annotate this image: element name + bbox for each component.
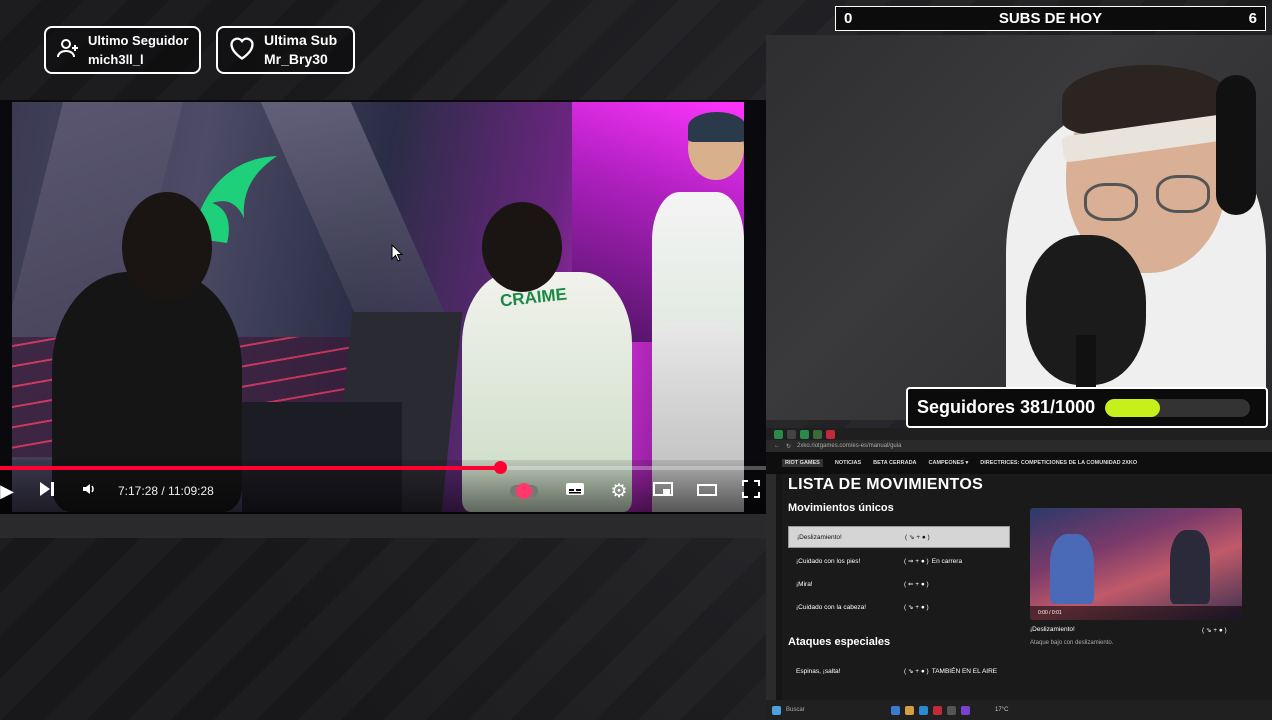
tab-favicon-icon[interactable] [774,429,783,439]
heart-icon [228,35,256,66]
mouse-cursor-icon [391,244,403,262]
skip-next-icon [38,481,56,502]
followers-progress [1105,398,1251,417]
move-input: ( ⇘ + ● ) [904,604,929,611]
webpage-content: LISTA DE MOVIMIENTOS Movimientos únicos … [782,474,1272,708]
move-name: ¡Cuidado con los pies! [796,557,861,565]
browser-sidebar [766,474,776,700]
progress-bar[interactable] [0,461,766,474]
subs-title: SUBS DE HOY [998,10,1103,27]
volume-icon [81,481,97,502]
followers-label: Seguidores 381/1000 [917,397,1096,417]
preview-controls: 0:00 / 0:01 [1030,606,1242,620]
back-icon[interactable]: ← [774,443,780,449]
move-row[interactable]: ¡Deslizamiento! ( ⇘ + ● ) [788,526,1010,548]
theater-icon [697,481,717,502]
miniplayer-button[interactable] [651,481,675,501]
address-bar[interactable]: ← ↻ 2xko.riotgames.com/es-es/manual/guia [766,440,1272,452]
move-input: ( ⇘ + ● ) [905,534,930,541]
time-display: 7:17:28 / 11:09:28 [118,484,214,498]
settings-button[interactable]: ⚙ [607,480,631,502]
volume-button[interactable] [78,481,100,501]
page-title: LISTA DE MOVIMIENTOS [788,476,984,493]
subs-left-count: 0 [844,10,853,27]
preview-time: 0:00 / 0:01 [1038,610,1062,616]
video-player[interactable]: CRAIME [0,100,766,514]
move-extra: En carrera [931,557,963,565]
followers-goal-bar: Seguidores 381/1000 [906,387,1268,428]
last-sub-badge: Ultima Sub Mr_Bry30 [216,26,355,74]
subs-today-bar: 0 SUBS DE HOY 6 [835,6,1266,31]
browser-tabs [766,428,1272,440]
gear-icon: ⚙ [610,480,628,502]
taskbar-app-icon[interactable] [891,705,900,715]
nav-item[interactable]: CAMPEONES ▾ [929,460,969,466]
move-row[interactable]: Espinas, ¡salta! ( ⇘ + ● ) TAMBIÉN EN EL … [788,660,1010,682]
progress-fill [0,466,501,470]
miniplayer-icon [653,481,673,502]
url-text[interactable]: 2xko.riotgames.com/es-es/manual/guia [797,443,901,449]
webcam-feed [766,35,1272,420]
taskbar-app-icon[interactable] [947,705,956,715]
move-name: ¡Cuidado con la cabeza! [796,603,867,611]
last-sub-name: Mr_Bry30 [264,51,328,67]
tab-favicon-icon[interactable] [813,429,822,439]
next-button[interactable] [36,481,58,501]
move-input: ( ⇘ + ● ) [904,668,929,675]
windows-taskbar: Buscar 17°C [766,700,1272,720]
move-row[interactable]: ¡Cuidado con los pies! ( ⇒ + ● ) En carre… [788,550,1010,572]
move-name: Espinas, ¡salta! [796,667,841,675]
last-follower-badge: Ultimo Seguidor mich3ll_l [44,26,201,74]
windows-start-icon[interactable] [772,705,781,715]
nav-item[interactable]: BETA CERRADA [873,460,916,466]
preview-caption: ¡Deslizamiento! [1030,626,1075,633]
pause-toggle-icon [510,483,538,499]
tab-favicon-icon[interactable] [800,429,809,439]
site-navigation: RIOT GAMES NOTICIAS BETA CERRADA CAMPEON… [766,452,1272,474]
weather-text: 17°C [995,707,1009,713]
section-title-special-attacks: Ataques especiales [788,636,891,648]
last-sub-title: Ultima Sub [264,32,338,48]
subtitles-button[interactable] [563,481,587,501]
reload-icon[interactable]: ↻ [786,443,791,450]
move-input: ( ⇐ + ● ) [904,581,929,588]
move-extra: TAMBIÉN EN EL AIRE [931,667,998,675]
move-name: ¡Deslizamiento! [797,533,842,541]
nav-item[interactable]: DIRECTRICES: COMPETICIONES DE LA COMUNID… [980,460,1137,466]
last-follower-name: mich3ll_l [88,52,144,67]
video-frame: CRAIME [12,102,744,512]
section-title-unique-moves: Movimientos únicos [788,502,894,514]
move-row[interactable]: ¡Cuidado con la cabeza! ( ⇘ + ● ) [788,596,1010,618]
subtitles-icon [565,481,585,502]
move-name: ¡Mira! [796,580,813,588]
preview-input: ( ⇘ + ● ) [1202,627,1227,634]
tab-favicon-icon[interactable] [787,429,796,439]
browser-window: ← ↻ 2xko.riotgames.com/es-es/manual/guia… [766,428,1272,720]
tab-favicon-icon[interactable] [826,429,835,439]
theater-mode-button[interactable] [695,481,719,501]
taskbar-app-icon[interactable] [905,705,914,715]
subs-right-count: 6 [1248,10,1257,27]
taskbar-search[interactable]: Buscar [786,707,886,713]
player-bottom-strip [0,514,766,538]
play-icon: ▶ [0,480,14,501]
riot-games-logo[interactable]: RIOT GAMES [782,459,823,467]
add-user-icon [56,36,80,65]
move-input: ( ⇒ + ● ) [904,558,929,565]
nav-item[interactable]: NOTICIAS [835,460,861,466]
play-button[interactable]: ▶ [0,481,14,501]
taskbar-app-icon[interactable] [961,705,970,715]
last-follower-title: Ultimo Seguidor [88,33,189,48]
move-preview-video[interactable]: 0:00 / 0:01 [1030,508,1242,620]
preview-description: Ataque bajo con deslizamiento. [1030,640,1114,646]
fullscreen-button[interactable] [739,479,763,503]
taskbar-app-icon[interactable] [933,705,942,715]
taskbar-app-icon[interactable] [919,705,928,715]
followers-progress-fill [1105,398,1161,417]
fullscreen-icon [742,479,760,503]
autoplay-toggle[interactable] [508,481,540,501]
move-row[interactable]: ¡Mira! ( ⇐ + ● ) [788,573,1010,595]
